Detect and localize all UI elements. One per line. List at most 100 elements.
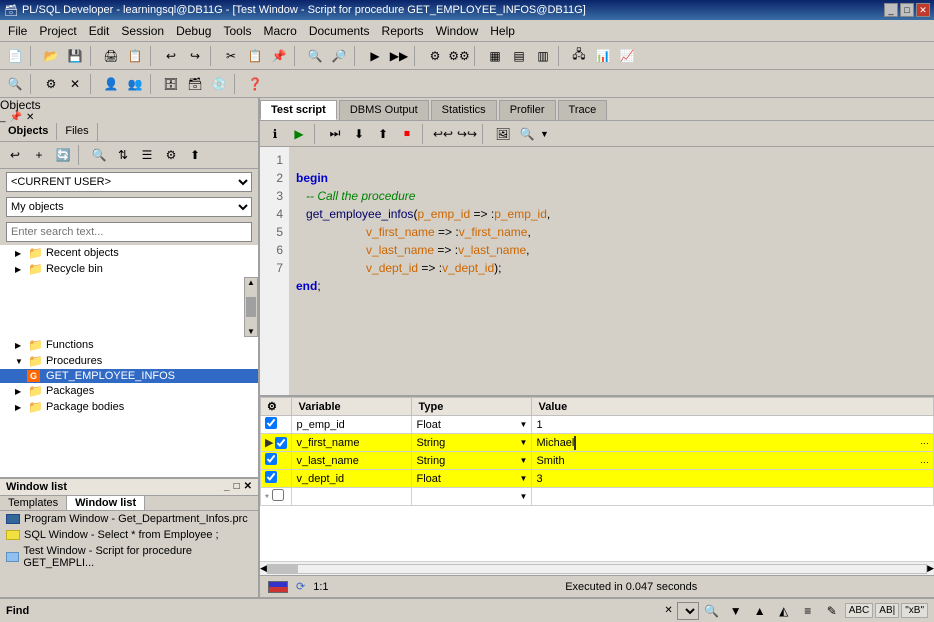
tab-dbms-output[interactable]: DBMS Output — [339, 100, 429, 120]
menu-debug[interactable]: Debug — [170, 22, 217, 40]
compile2-button[interactable]: ⚙⚙ — [448, 45, 470, 67]
tree-item-recent[interactable]: ▶ 📁 Recent objects — [0, 245, 258, 261]
find-down-btn[interactable]: ▼ — [725, 600, 747, 622]
var-name-new[interactable] — [292, 488, 412, 506]
obj-back-btn[interactable]: ↩ — [4, 144, 26, 166]
tree-item-recycle[interactable]: ▶ 📁 Recycle bin — [0, 261, 258, 277]
tab-profiler[interactable]: Profiler — [499, 100, 556, 120]
new-button[interactable]: 📄 — [4, 45, 26, 67]
expand-recycle-icon[interactable]: ▶ — [15, 265, 25, 274]
obj-add-btn[interactable]: + — [28, 144, 50, 166]
copy-button[interactable]: 📋 — [244, 45, 266, 67]
var-value-3-expand[interactable]: … — [920, 455, 929, 465]
cut-button[interactable]: ✂ — [220, 45, 242, 67]
open-button[interactable]: 📂 — [40, 45, 62, 67]
var-check-new[interactable] — [272, 489, 284, 501]
var-check-1[interactable] — [265, 417, 277, 429]
find-up-btn[interactable]: ▲ — [749, 600, 771, 622]
tree-item-functions[interactable]: ▶ 📁 Functions — [0, 337, 258, 353]
scroll-track[interactable] — [267, 564, 927, 574]
print-button[interactable]: 🖨 — [100, 45, 122, 67]
menu-file[interactable]: File — [2, 22, 33, 40]
search-input[interactable] — [6, 222, 252, 242]
scroll-thumb[interactable] — [268, 565, 298, 573]
search-dropdown-arrow[interactable]: ▼ — [540, 129, 549, 139]
save-button[interactable]: 💾 — [64, 45, 86, 67]
menu-project[interactable]: Project — [33, 22, 82, 40]
var-value-3[interactable]: Smith… — [532, 452, 934, 470]
menu-macro[interactable]: Macro — [257, 22, 302, 40]
config2-button[interactable]: 📊 — [592, 45, 614, 67]
tree-scrollbar[interactable]: ▲ ▼ — [244, 277, 258, 337]
wl-minimize-icon[interactable]: _ — [224, 481, 230, 493]
find-dropdown[interactable] — [677, 602, 699, 620]
db3-btn[interactable]: 💿 — [208, 73, 230, 95]
wl-float-icon[interactable]: □ — [234, 481, 240, 493]
menu-window[interactable]: Window — [430, 22, 485, 40]
undo-button[interactable]: ↩ — [160, 45, 182, 67]
wl-item-test[interactable]: Test Window - Script for procedure GET_E… — [0, 543, 258, 571]
edit-tb-into[interactable]: ⬇ — [348, 123, 370, 145]
grid-button[interactable]: ▦ — [484, 45, 506, 67]
find-replace-btn[interactable]: ≡ — [797, 600, 819, 622]
db2-btn[interactable]: 🗃 — [184, 73, 206, 95]
print2-button[interactable]: 📋 — [124, 45, 146, 67]
objects-minimize-icon[interactable]: _ — [0, 112, 6, 123]
settings-btn[interactable]: ⚙ — [40, 73, 62, 95]
tab-trace[interactable]: Trace — [558, 100, 608, 120]
obj-view-btn[interactable]: ☰ — [136, 144, 158, 166]
obj-config-btn[interactable]: ⚙ — [160, 144, 182, 166]
edit-tb-image[interactable]: 🖼 — [492, 123, 514, 145]
execute-button[interactable]: ▶ — [364, 45, 386, 67]
tab-templates[interactable]: Templates — [0, 496, 67, 510]
menu-tools[interactable]: Tools — [217, 22, 257, 40]
expand-procedures-icon[interactable]: ▼ — [15, 357, 25, 366]
menu-session[interactable]: Session — [115, 22, 170, 40]
edit-tb-info[interactable]: ℹ — [264, 123, 286, 145]
find-close-icon[interactable]: ✕ — [664, 605, 672, 616]
obj-export-btn[interactable]: ⬆ — [184, 144, 206, 166]
tab-objects[interactable]: Objects — [0, 123, 57, 141]
obj-btn2[interactable]: 👥 — [124, 73, 146, 95]
var-value-new[interactable] — [532, 488, 934, 506]
find-ab-pipe-btn[interactable]: AB| — [875, 603, 899, 618]
tree-item-packages[interactable]: ▶ 📁 Packages — [0, 383, 258, 399]
edit-tb-back[interactable]: ↩↩ — [432, 123, 454, 145]
execute2-button[interactable]: ▶▶ — [388, 45, 410, 67]
menu-reports[interactable]: Reports — [376, 22, 430, 40]
scroll-right-btn[interactable]: ▶ — [927, 563, 934, 574]
help-btn[interactable]: ❓ — [244, 73, 266, 95]
objects-close-icon[interactable]: ✕ — [26, 112, 34, 123]
menu-documents[interactable]: Documents — [303, 22, 376, 40]
close-button[interactable]: ✕ — [916, 3, 930, 17]
find-abc-btn[interactable]: ABC — [845, 603, 874, 618]
grid2-button[interactable]: ▤ — [508, 45, 530, 67]
menu-edit[interactable]: Edit — [83, 22, 116, 40]
obj-filter-btn[interactable]: 🔍 — [88, 144, 110, 166]
edit-tb-run[interactable]: ▶ — [288, 123, 310, 145]
expand-packages-icon[interactable]: ▶ — [15, 387, 25, 396]
search-icon-btn[interactable]: 🔍 — [4, 73, 26, 95]
find-xb-btn[interactable]: "xB" — [901, 603, 928, 618]
minimize-button[interactable]: _ — [884, 3, 898, 17]
tab-window-list[interactable]: Window list — [67, 496, 145, 510]
filter-dropdown[interactable]: My objects — [6, 197, 252, 217]
find-match-btn[interactable]: ◭ — [773, 600, 795, 622]
menu-help[interactable]: Help — [484, 22, 521, 40]
find2-button[interactable]: 🔎 — [328, 45, 350, 67]
scroll-left-btn[interactable]: ◀ — [260, 563, 267, 574]
find-search-btn[interactable]: 🔍 — [701, 600, 723, 622]
var-check-4[interactable] — [265, 471, 277, 483]
obj-btn1[interactable]: 👤 — [100, 73, 122, 95]
schema-dropdown[interactable]: <CURRENT USER> — [6, 172, 252, 192]
maximize-button[interactable]: □ — [900, 3, 914, 17]
var-check-3[interactable] — [265, 453, 277, 465]
tab-statistics[interactable]: Statistics — [431, 100, 497, 120]
code-content[interactable]: begin -- Call the procedure get_employee… — [290, 147, 934, 395]
tab-test-script[interactable]: Test script — [260, 100, 337, 120]
wl-item-sql[interactable]: SQL Window - Select * from Employee ; — [0, 527, 258, 543]
expand-package-bodies-icon[interactable]: ▶ — [15, 403, 25, 412]
wl-item-program[interactable]: Program Window - Get_Department_Infos.pr… — [0, 511, 258, 527]
redo-button[interactable]: ↪ — [184, 45, 206, 67]
find-edit-btn[interactable]: ✎ — [821, 600, 843, 622]
